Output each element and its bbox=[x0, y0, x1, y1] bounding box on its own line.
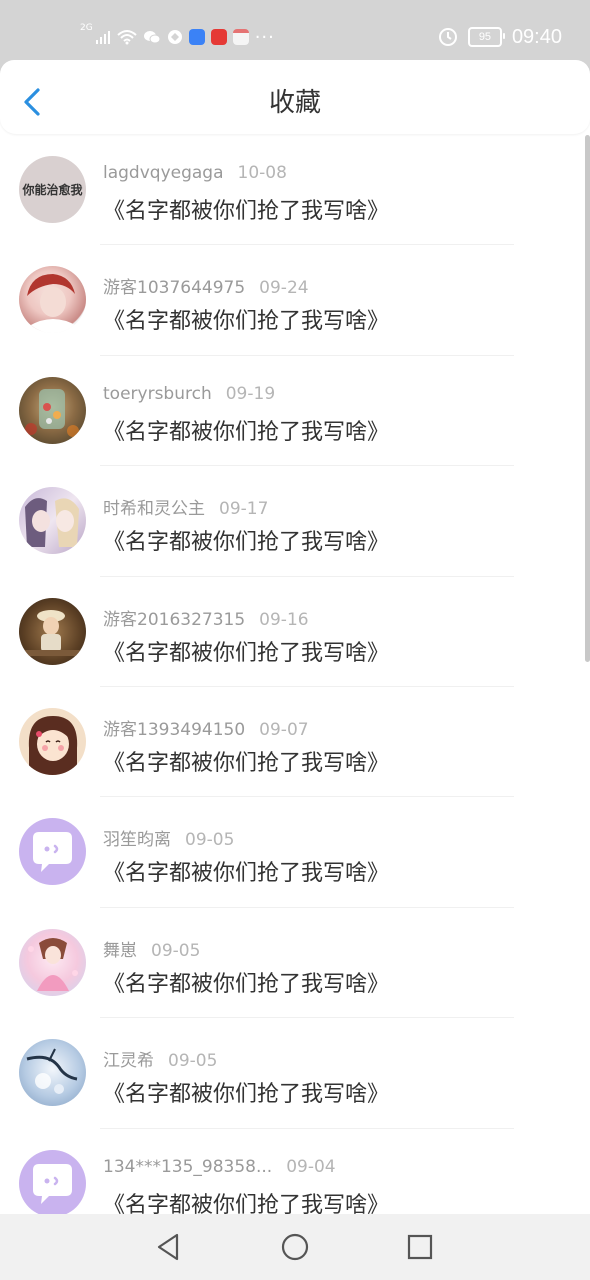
avatar-text: 你能治愈我 bbox=[22, 183, 83, 197]
book-title[interactable]: 《名字都被你们抢了我写啥》 bbox=[103, 1076, 389, 1108]
username: 舞崽 bbox=[103, 940, 137, 961]
book-title[interactable]: 《名字都被你们抢了我写啥》 bbox=[103, 855, 389, 887]
username: toeryrsburch bbox=[103, 383, 212, 404]
clock: 09:40 bbox=[511, 25, 562, 48]
jar-photo-icon bbox=[25, 388, 79, 437]
list-item[interactable]: 江灵希 09-05 《名字都被你们抢了我写啥》 bbox=[0, 1018, 584, 1129]
alarm-icon bbox=[438, 28, 457, 46]
nav-back-button[interactable] bbox=[153, 1231, 185, 1263]
book-title[interactable]: 《名字都被你们抢了我写啥》 bbox=[103, 414, 389, 446]
anime-pair-icon bbox=[25, 498, 79, 548]
avatar[interactable] bbox=[19, 376, 86, 444]
favorite-date: 09-24 bbox=[259, 278, 309, 299]
username: 游客2016327315 bbox=[103, 609, 246, 630]
avatar[interactable] bbox=[19, 266, 86, 334]
username: 江灵希 bbox=[103, 1051, 154, 1072]
list-item[interactable]: 游客2016327315 09-16 《名字都被你们抢了我写啥》 bbox=[0, 577, 584, 687]
child-photo-icon bbox=[25, 609, 81, 656]
calendar-app-icon bbox=[232, 29, 249, 45]
navigation-bar bbox=[0, 1214, 590, 1280]
list-item[interactable]: 时希和灵公主 09-17 《名字都被你们抢了我写啥》 bbox=[0, 466, 584, 577]
chat-bubble-icon bbox=[33, 832, 72, 873]
signal-icon bbox=[95, 31, 110, 44]
book-title[interactable]: 《名字都被你们抢了我写啥》 bbox=[103, 966, 389, 998]
avatar[interactable] bbox=[19, 487, 86, 555]
avatar[interactable]: 你能治愈我 bbox=[19, 156, 86, 223]
wifi-icon bbox=[117, 30, 137, 45]
avatar[interactable] bbox=[19, 707, 86, 775]
favorites-list: 你能治愈我 lagdvqyegaga 10-08 《名字都被你们抢了我写啥》 游客… bbox=[0, 135, 584, 1239]
avatar[interactable] bbox=[19, 1149, 86, 1217]
nav-recents-button[interactable] bbox=[404, 1231, 436, 1263]
status-icons-left: 2G ··· bbox=[80, 24, 275, 50]
favorite-date: 09-05 bbox=[185, 830, 235, 851]
more-notifications-icon: ··· bbox=[254, 26, 275, 48]
favorite-date: 09-07 bbox=[259, 719, 309, 740]
wechat-icon bbox=[143, 31, 161, 44]
title-bar: 收藏 bbox=[0, 60, 590, 134]
network-type: 2G bbox=[80, 23, 93, 33]
avatar[interactable] bbox=[19, 818, 86, 886]
chat-bubble-icon bbox=[33, 1163, 72, 1204]
username: 134***135_98358... bbox=[103, 1156, 273, 1177]
book-title[interactable]: 《名字都被你们抢了我写啥》 bbox=[103, 745, 389, 777]
username: 羽笙昀离 bbox=[103, 830, 171, 851]
favorite-date: 09-04 bbox=[286, 1156, 336, 1177]
list-item[interactable]: 你能治愈我 lagdvqyegaga 10-08 《名字都被你们抢了我写啥》 bbox=[0, 135, 584, 246]
username: 游客1393494150 bbox=[103, 719, 246, 740]
avatar[interactable] bbox=[19, 1039, 86, 1107]
book-app-icon bbox=[210, 29, 227, 45]
winter-scene-icon bbox=[26, 1048, 78, 1095]
favorite-date: 09-05 bbox=[168, 1051, 218, 1072]
book-title[interactable]: 《名字都被你们抢了我写啥》 bbox=[103, 303, 389, 335]
girl-portrait-icon bbox=[27, 274, 77, 334]
nav-home-button[interactable] bbox=[279, 1231, 311, 1263]
page-title: 收藏 bbox=[268, 88, 321, 118]
cartoon-girl-icon bbox=[28, 715, 78, 775]
favorite-date: 09-17 bbox=[219, 499, 269, 520]
username: 时希和灵公主 bbox=[103, 499, 205, 520]
book-title[interactable]: 《名字都被你们抢了我写啥》 bbox=[103, 635, 389, 667]
username: lagdvqyegaga bbox=[103, 163, 224, 183]
anime-dancer-icon bbox=[28, 937, 78, 991]
list-item[interactable]: 羽笙昀离 09-05 《名字都被你们抢了我写啥》 bbox=[0, 797, 584, 908]
list-item[interactable]: toeryrsburch 09-19 《名字都被你们抢了我写啥》 bbox=[0, 356, 584, 467]
scrollbar[interactable] bbox=[585, 135, 590, 662]
cloud-app-icon bbox=[188, 29, 205, 45]
list-item[interactable]: 舞崽 09-05 《名字都被你们抢了我写啥》 bbox=[0, 908, 584, 1019]
book-title[interactable]: 《名字都被你们抢了我写啥》 bbox=[103, 193, 389, 225]
triangle-back-icon bbox=[157, 1233, 179, 1261]
username: 游客1037644975 bbox=[103, 278, 246, 299]
status-icons-right: 95 09:40 bbox=[438, 24, 562, 50]
list-item[interactable]: 游客1393494150 09-07 《名字都被你们抢了我写啥》 bbox=[0, 687, 584, 798]
avatar[interactable] bbox=[19, 597, 86, 665]
app-icon bbox=[167, 30, 182, 44]
battery-icon: 95 bbox=[467, 27, 505, 47]
book-title[interactable]: 《名字都被你们抢了我写啥》 bbox=[103, 524, 389, 556]
favorite-date: 09-05 bbox=[151, 940, 201, 961]
favorite-date: 09-16 bbox=[259, 609, 309, 630]
list-item[interactable]: 游客1037644975 09-24 《名字都被你们抢了我写啥》 bbox=[0, 245, 584, 356]
favorite-date: 10-08 bbox=[237, 163, 287, 183]
favorite-date: 09-19 bbox=[225, 383, 276, 404]
avatar[interactable] bbox=[19, 928, 86, 996]
square-recents-icon bbox=[407, 1234, 433, 1260]
circle-home-icon bbox=[281, 1233, 309, 1261]
